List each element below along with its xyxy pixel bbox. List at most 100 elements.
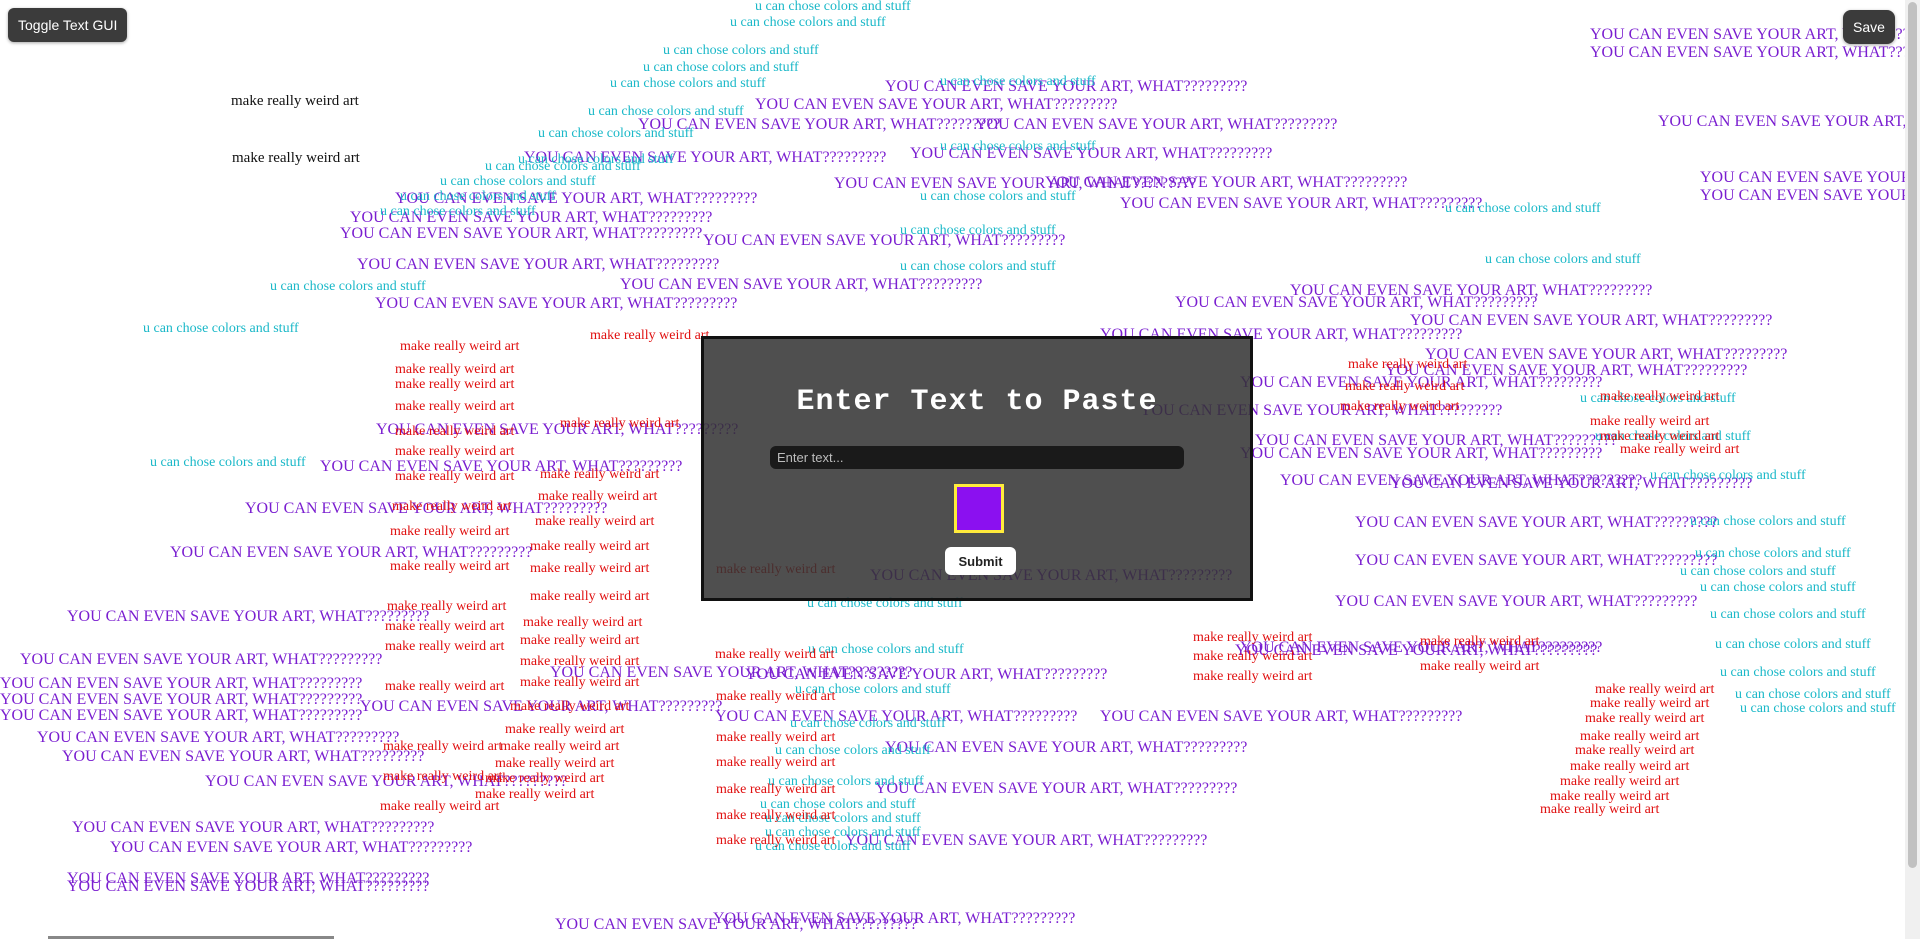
art-stamp-text: u can chose colors and stuff	[663, 43, 819, 58]
art-stamp-text: make really weird art	[380, 799, 500, 814]
art-stamp-text: YOU CAN EVEN SAVE YOUR ART, WHAT????????…	[1335, 593, 1698, 610]
art-stamp-text: u can chose colors and stuff	[1485, 252, 1641, 267]
art-stamp-text: make really weird art	[1348, 357, 1468, 372]
art-stamp-text: YOU CAN EVEN SAVE YOUR ART, WHAT????????…	[555, 916, 918, 933]
submit-button[interactable]: Submit	[945, 547, 1016, 575]
save-button[interactable]: Save	[1843, 10, 1895, 44]
art-stamp-text: make really weird art	[500, 739, 620, 754]
art-stamp-text: u can chose colors and stuff	[1740, 701, 1896, 716]
art-stamp-text: YOU CAN EVEN SAVE YOUR ART, WHAT????????…	[1355, 514, 1718, 531]
text-input[interactable]	[770, 446, 1184, 469]
art-stamp-text: make really weird art	[1575, 743, 1695, 758]
art-stamp-text: make really weird art	[530, 539, 650, 554]
art-stamp-text: make really weird art	[383, 739, 503, 754]
art-stamp-text: u can chose colors and stuff	[940, 74, 1096, 89]
art-stamp-text: make really weird art	[523, 615, 643, 630]
art-stamp-text: u can chose colors and stuff	[1700, 580, 1856, 595]
art-stamp-text: u can chose colors and stuff	[1735, 687, 1891, 702]
art-stamp-text: make really weird art	[392, 499, 512, 514]
art-stamp-text: YOU CAN EVEN SAVE YOUR ART, WHAT????????…	[1240, 445, 1603, 462]
art-stamp-text: u can chose colors and stuff	[150, 455, 306, 470]
art-stamp-text: make really weird art	[716, 782, 836, 797]
art-stamp-text: make really weird art	[385, 639, 505, 654]
art-stamp-text: YOU CAN EVEN SAVE YOUR ART, WHAT????????…	[1590, 44, 1905, 61]
art-stamp-text: make really weird art	[232, 150, 360, 166]
art-stamp-text: make really weird art	[1570, 759, 1690, 774]
art-stamp-text: YOU CAN EVEN SAVE YOUR ART, WHAT????????…	[975, 116, 1338, 133]
art-stamp-text: make really weird art	[520, 675, 640, 690]
vertical-scrollbar-thumb[interactable]	[1908, 2, 1917, 868]
art-stamp-text: make really weird art	[1600, 389, 1720, 404]
art-stamp-text: YOU CAN EVEN SAVE YOUR ART, WHAT????????…	[357, 256, 720, 273]
art-stamp-text: make really weird art	[590, 328, 710, 343]
art-stamp-text: YOU CAN EVEN SAVE YOUR ART, WHAT????????…	[375, 295, 738, 312]
art-stamp-text: u can chose colors and stuff	[538, 126, 694, 141]
art-stamp-text: u can chose colors and stuff	[440, 174, 596, 189]
art-stamp-text: make really weird art	[530, 561, 650, 576]
art-stamp-text: u can chose colors and stuff	[755, 0, 911, 14]
art-stamp-text: u can chose colors and stuff	[730, 15, 886, 30]
art-stamp-text: make really weird art	[1580, 729, 1700, 744]
art-stamp-text: u can chose colors and stuff	[790, 716, 946, 731]
art-stamp-text: YOU CAN EVEN SAVE YOUR ART, WHAT????????…	[745, 666, 1108, 683]
art-stamp-text: make really weird art	[395, 399, 515, 414]
art-stamp-text: make really weird art	[716, 689, 836, 704]
art-stamp-text: make really weird art	[1340, 399, 1460, 414]
color-picker-swatch[interactable]	[954, 484, 1004, 533]
art-stamp-text: YOU CAN EVEN SAVE YOUR ART, WHAT????????…	[340, 225, 703, 242]
art-stamp-text: YOU CAN EVEN SAVE YOUR ART, WHAT????????…	[0, 675, 363, 692]
art-stamp-text: make really weird art	[395, 362, 515, 377]
art-stamp-text: make really weird art	[715, 647, 835, 662]
art-stamp-text: make really weird art	[387, 599, 507, 614]
art-stamp-text: u can chose colors and stuff	[920, 189, 1076, 204]
art-stamp-text: YOU CAN EVEN SAVE YOUR ART, WHAT????????…	[875, 780, 1238, 797]
art-stamp-text: u can chose colors and stuff	[485, 159, 641, 174]
art-stamp-text: YOU CAN EVEN SAVE YOUR ART, WHAT????????…	[620, 276, 983, 293]
art-stamp-text: YOU CAN EVEN SAVE YOUR ART, WHAT????????…	[62, 748, 425, 765]
art-stamp-text: make really weird art	[395, 444, 515, 459]
art-stamp-text: make really weird art	[510, 699, 630, 714]
art-stamp-text: make really weird art	[385, 679, 505, 694]
art-stamp-text: u can chose colors and stuff	[588, 104, 744, 119]
art-stamp-text: make really weird art	[395, 424, 515, 439]
art-stamp-text: make really weird art	[1540, 802, 1660, 817]
art-stamp-text: YOU CAN EVEN SAVE YOUR ART, WHAT????????…	[1120, 195, 1483, 212]
art-stamp-text: make really weird art	[1590, 696, 1710, 711]
art-stamp-text: make really weird art	[540, 467, 660, 482]
art-stamp-text: YOU CAN EVEN SAVE YOUR ART, WHAT????????…	[1175, 294, 1538, 311]
art-stamp-text: make really weird art	[1590, 414, 1710, 429]
art-stamp-text: u can chose colors and stuff	[270, 279, 426, 294]
art-stamp-text: make really weird art	[231, 93, 359, 109]
art-stamp-text: YOU CAN EVEN SAVE YOUR ART, WHAT????????…	[20, 651, 383, 668]
art-stamp-text: YOU CAN EVEN SAVE YOUR ART, WHAT????????…	[67, 878, 430, 895]
art-stamp-text: YOU CAN EVEN SAVE YOUR ART, WHAT????????…	[1410, 312, 1773, 329]
art-stamp-text: make really weird art	[520, 633, 640, 648]
art-stamp-text: make really weird art	[1345, 379, 1465, 394]
art-stamp-text: YOU CAN EVEN SAVE YOUR ART, WHAT????????…	[1355, 552, 1718, 569]
art-stamp-text: YOU CAN EVEN SAVE YOUR ART, WHAT????????…	[37, 729, 400, 746]
art-stamp-text: make really weird art	[1420, 659, 1540, 674]
art-stamp-text: make really weird art	[560, 416, 680, 431]
art-stamp-text: make really weird art	[400, 339, 520, 354]
toggle-text-gui-button[interactable]: Toggle Text GUI	[8, 8, 128, 42]
art-stamp-text: u can chose colors and stuff	[940, 139, 1096, 154]
art-stamp-text: YOU CAN EVEN SAVE YOUR ART, WHAT????????…	[755, 96, 1118, 113]
art-stamp-text: YOU CAN EVEN SAVE YOUR ART, WHAT????????…	[72, 819, 435, 836]
art-stamp-text: make really weird art	[520, 654, 640, 669]
art-stamp-text: make really weird art	[1420, 634, 1540, 649]
art-stamp-text: YOU CAN EVEN SAVE YOUR ART, WHAT????????…	[110, 839, 473, 856]
art-stamp-text: u can chose colors and stuff	[610, 76, 766, 91]
art-stamp-text: make really weird art	[1193, 630, 1313, 645]
art-stamp-text: make really weird art	[1193, 669, 1313, 684]
art-stamp-text: u can chose colors and stuff	[400, 189, 556, 204]
art-stamp-text: u can chose colors and stuff	[1680, 564, 1836, 579]
art-stamp-text: make really weird art	[530, 589, 650, 604]
art-stamp-text: make really weird art	[1595, 682, 1715, 697]
art-stamp-text: make really weird art	[538, 489, 658, 504]
art-stamp-text: make really weird art	[1585, 711, 1705, 726]
art-stamp-text: YOU CAN EVEN SAVE YOUR ART, WHAT????????…	[1045, 174, 1408, 191]
art-stamp-text: make really weird art	[505, 722, 625, 737]
art-stamp-text: YOU CAN EVEN SAVE YOUR ART, WHAT????????…	[1700, 187, 1905, 204]
art-stamp-text: make really weird art	[485, 771, 605, 786]
art-stamp-text: u can chose colors and stuff	[1690, 514, 1846, 529]
